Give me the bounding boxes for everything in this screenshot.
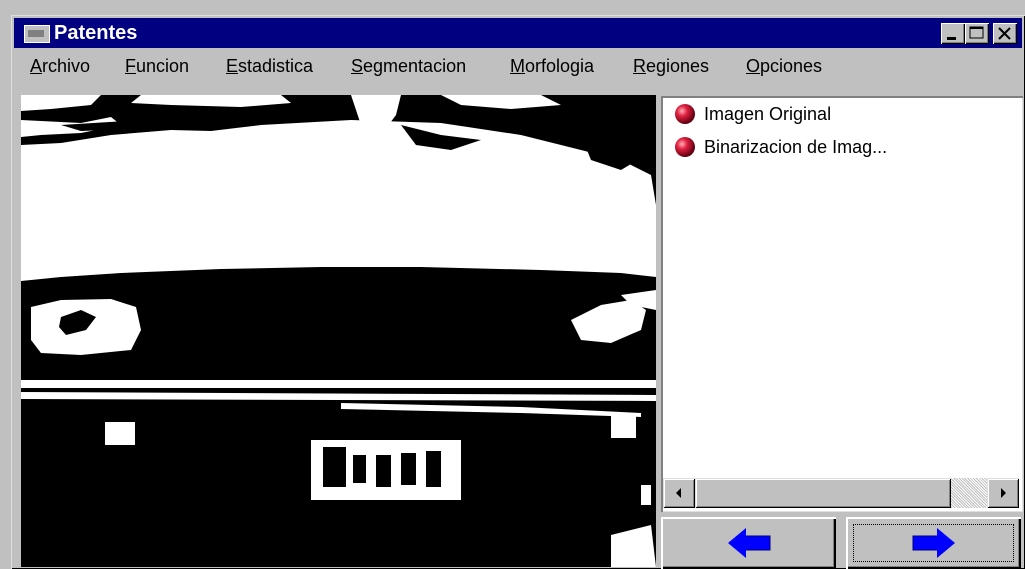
close-button[interactable] [993, 23, 1017, 44]
red-ball-icon [675, 137, 695, 157]
back-button[interactable] [661, 517, 836, 569]
menu-opciones[interactable]: Opciones [746, 55, 822, 77]
horizontal-scrollbar[interactable] [663, 478, 1019, 508]
close-icon [998, 27, 1011, 40]
scroll-left-button[interactable] [663, 478, 695, 508]
menu-archivo[interactable]: Archivo [30, 55, 90, 77]
menu-funcion[interactable]: Funcion [125, 55, 189, 77]
image-viewer[interactable] [21, 95, 656, 567]
minimize-icon [947, 37, 956, 40]
list-item-imagen-original[interactable]: Imagen Original [673, 101, 831, 127]
menu-morfologia[interactable]: Morfologia [510, 55, 594, 77]
scroll-left-icon [676, 488, 681, 498]
title-bar[interactable]: Patentes [14, 18, 1022, 48]
red-ball-icon [675, 104, 695, 124]
binarized-car-image [21, 95, 656, 567]
scroll-right-icon [1001, 488, 1006, 498]
app-icon[interactable] [24, 25, 50, 43]
menu-estadistica[interactable]: Estadistica [226, 55, 313, 77]
scroll-right-button[interactable] [987, 478, 1019, 508]
list-item-label: Imagen Original [704, 103, 832, 124]
maximize-button[interactable] [965, 23, 989, 44]
menu-bar: Archivo Funcion Estadistica Segmentacion… [14, 52, 1022, 80]
left-arrow-icon [728, 528, 771, 558]
menu-regiones[interactable]: Regiones [633, 55, 709, 77]
scroll-thumb[interactable] [695, 478, 951, 508]
list-item-binarizacion[interactable]: Binarizacion de Imag... [673, 134, 887, 160]
list-item-label: Binarizacion de Imag... [704, 136, 888, 157]
right-arrow-icon [912, 528, 955, 558]
main-window: Patentes Archivo Funcion Estadistica Seg… [11, 15, 1025, 569]
menu-segmentacion[interactable]: Segmentacion [351, 55, 466, 77]
minimize-button[interactable] [941, 23, 965, 44]
maximize-icon [969, 26, 984, 39]
forward-button[interactable] [846, 517, 1021, 569]
operations-list[interactable]: Imagen Original Binarizacion de Imag... [661, 96, 1023, 512]
window-title: Patentes [54, 22, 138, 44]
